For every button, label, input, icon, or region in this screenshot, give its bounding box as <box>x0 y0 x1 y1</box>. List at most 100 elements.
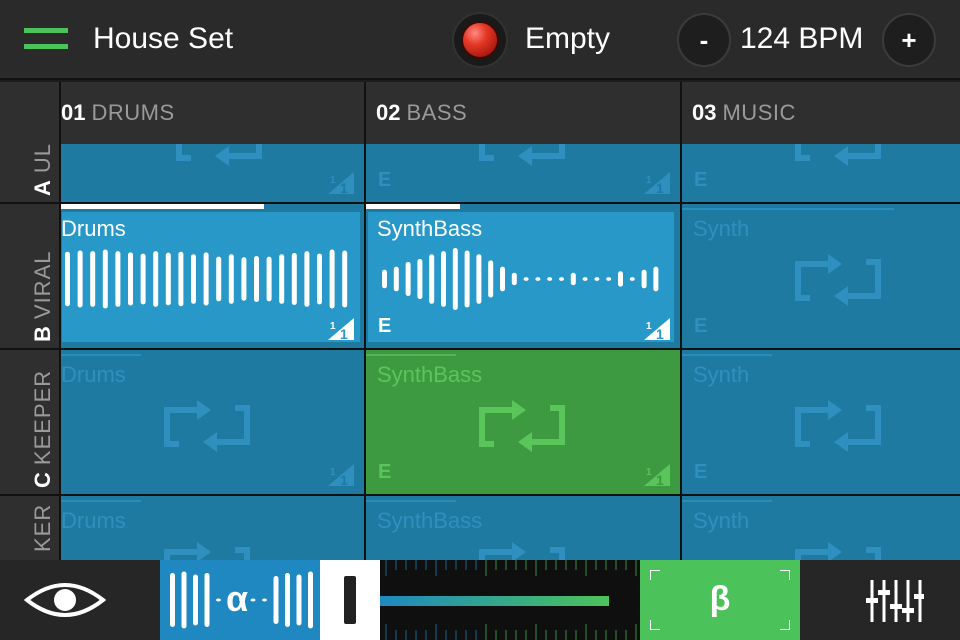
clip-name: SynthBass <box>377 216 483 241</box>
column-number: 01 <box>61 100 86 125</box>
clip-slot-b1-drums[interactable]: Drums 11 <box>61 204 366 350</box>
waveform-bar <box>476 254 482 304</box>
mixer-sliders-icon[interactable] <box>866 578 924 624</box>
clip-e-flag: E <box>694 169 708 191</box>
waveform-bar <box>285 573 290 627</box>
waveform-bar <box>308 571 313 629</box>
waveform-bar <box>250 598 256 602</box>
svg-text:1: 1 <box>340 180 348 194</box>
bpm-increase-button[interactable]: + <box>882 13 936 67</box>
crossfader-track[interactable] <box>380 560 640 640</box>
top-bar: House Set Empty - 124 BPM + <box>0 0 960 80</box>
clip-slot-d2-synthbass[interactable]: SynthBass <box>366 496 682 560</box>
row-label-b[interactable]: B VIRAL <box>0 204 61 350</box>
clip-name: Drums <box>61 508 126 533</box>
bpm-value[interactable]: 124 BPM <box>740 22 863 56</box>
waveform-bar <box>417 258 423 300</box>
waveform-bar <box>140 253 146 305</box>
loop-icon <box>795 542 881 560</box>
waveform-bar <box>128 252 133 306</box>
waveform-bar <box>594 277 600 281</box>
row-name: KER <box>30 503 55 552</box>
column-header-bass[interactable]: 02 BASS <box>366 82 682 144</box>
loop-icon <box>479 542 565 560</box>
waveform-bar <box>500 266 505 292</box>
deck-beta-label: β <box>709 580 731 618</box>
column-header-row: 01 DRUMS 02 BASS 03 MUSIC <box>0 82 960 144</box>
waveform-bar <box>165 252 171 306</box>
clip-e-flag: E <box>378 315 392 337</box>
quantize-icon: 11 <box>328 172 354 194</box>
waveform-bar <box>65 251 70 307</box>
waveform-bar <box>191 254 196 304</box>
deck-alpha-label: α <box>226 578 249 619</box>
svg-text:1: 1 <box>340 472 348 486</box>
waveform-bar <box>193 574 198 626</box>
clip-slot-d3-synth[interactable]: Synth <box>682 496 960 560</box>
waveform-bar <box>262 598 267 602</box>
quantize-icon: 11 <box>644 464 670 486</box>
waveform-bar <box>488 260 494 298</box>
clip-name: Synth <box>693 216 750 241</box>
loop-icon <box>164 400 250 452</box>
quantize-icon: 11 <box>328 464 354 486</box>
bpm-decrease-button[interactable]: - <box>677 13 731 67</box>
column-header-music[interactable]: 03 MUSIC <box>682 82 960 144</box>
waveform-bar <box>241 257 247 301</box>
column-name: BASS <box>406 100 468 125</box>
waveform-bar <box>291 252 297 306</box>
waveform-bar <box>317 253 322 305</box>
crossfader-fill <box>380 596 609 606</box>
clip-slot-b3-synth[interactable]: Synth E <box>682 204 960 350</box>
column-name: DRUMS <box>91 100 175 125</box>
clip-name: SynthBass <box>377 508 483 533</box>
row-label-a[interactable]: A UL <box>0 144 61 204</box>
clip-slot-c2-synthbass-queued[interactable]: SynthBass E 11 <box>366 350 682 496</box>
deck-alpha-button[interactable]: α <box>160 560 320 640</box>
grid-corner <box>0 82 61 144</box>
waveform-bar <box>559 277 564 281</box>
waveform-bar <box>216 598 221 602</box>
clip-name: SynthBass <box>377 362 483 387</box>
waveform-bar <box>115 251 121 307</box>
waveform-bar <box>641 269 647 289</box>
crossfader-handle[interactable] <box>320 560 380 640</box>
waveform-bar <box>382 269 387 289</box>
clip-e-flag: E <box>694 461 708 483</box>
loop-icon <box>176 144 262 166</box>
eye-icon[interactable] <box>24 578 106 622</box>
waveform-bar <box>178 251 184 307</box>
clip-slot-d1-drums[interactable]: Drums <box>61 496 366 560</box>
waveform-bar <box>304 251 310 307</box>
clip-e-flag: E <box>378 461 392 483</box>
svg-text:1: 1 <box>330 175 336 186</box>
clip-slot-b2-synthbass[interactable]: SynthBass E 11 <box>366 204 682 350</box>
row-label-d[interactable]: KER <box>0 496 61 560</box>
clip-e-flag: E <box>378 169 392 191</box>
row-name: VIRAL <box>30 250 55 320</box>
quantize-icon: 11 <box>644 318 670 340</box>
waveform-bar <box>342 250 348 308</box>
row-letter: A <box>30 179 55 196</box>
waveform-bar <box>203 252 209 306</box>
waveform-bar <box>279 254 285 304</box>
clip-slot-a3[interactable]: E <box>682 144 960 204</box>
row-label-c[interactable]: C KEEPER <box>0 350 61 496</box>
clip-slot-a2[interactable]: E 11 <box>366 144 682 204</box>
deck-beta-button[interactable]: β <box>640 560 800 640</box>
loop-icon <box>795 254 881 306</box>
set-title[interactable]: House Set <box>93 22 233 56</box>
clip-slot-c3-synth[interactable]: Synth E <box>682 350 960 496</box>
column-header-drums[interactable]: 01 DRUMS <box>61 82 366 144</box>
clip-progress-bar <box>61 204 264 209</box>
clip-slot-a1[interactable]: 11 <box>61 144 366 204</box>
clip-e-flag: E <box>694 315 708 337</box>
clip-slot-c1-drums[interactable]: Drums 11 <box>61 350 366 496</box>
waveform-bar <box>228 254 234 304</box>
waveform-bar <box>329 249 335 309</box>
waveform-bar <box>153 251 159 307</box>
record-button[interactable] <box>452 12 508 68</box>
hamburger-menu-icon[interactable] <box>24 28 68 52</box>
loop-icon <box>479 400 565 452</box>
svg-text:1: 1 <box>646 467 652 478</box>
